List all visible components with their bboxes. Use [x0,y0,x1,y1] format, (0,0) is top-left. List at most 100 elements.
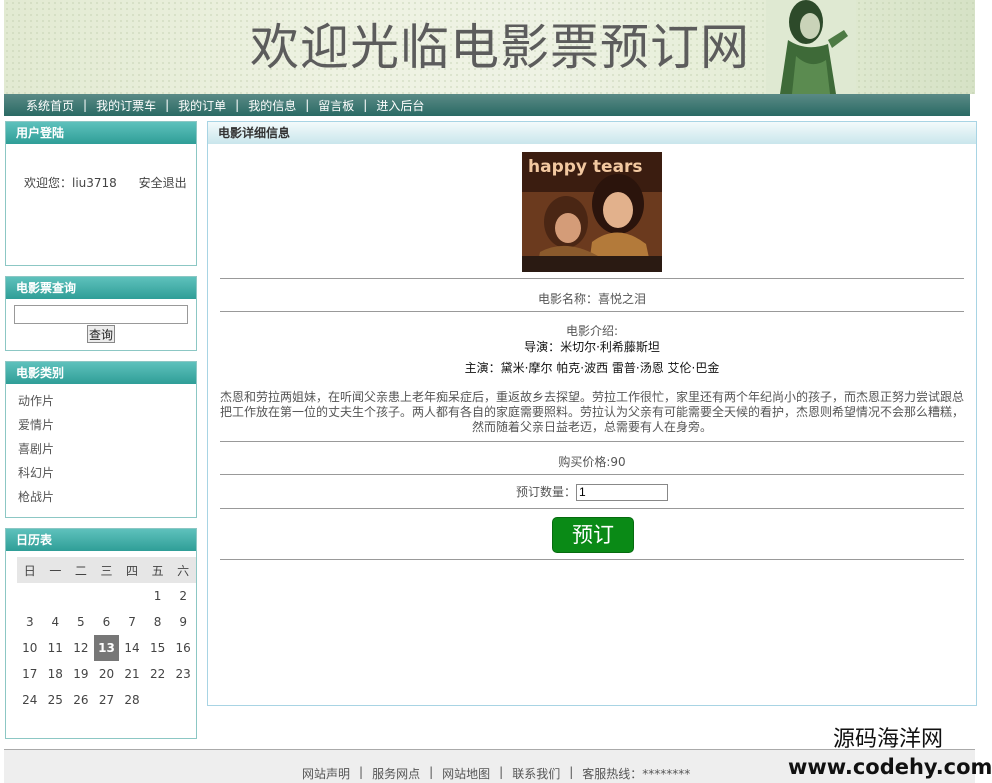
watermark-url: www.codehy.com [788,755,992,779]
calendar-day[interactable]: 26 [68,687,94,713]
price-text: 购买价格:90 [558,455,626,469]
calendar-weekday: 日 [17,557,43,583]
quantity-row: 预订数量： [220,483,964,501]
calendar-empty-cell [68,583,94,609]
watermark-name: 源码海洋网 [832,727,943,752]
calendar-day[interactable]: 10 [17,635,43,661]
nav-my-orders[interactable]: 我的订单 [178,99,226,113]
category-action[interactable]: 动作片 [18,391,196,415]
calendar-day[interactable]: 28 [119,687,145,713]
category-comedy[interactable]: 喜剧片 [18,439,196,463]
calendar-empty-cell [145,687,171,713]
calendar-empty-cell [94,583,120,609]
watermark: 源码海洋网 www.codehy.com [788,725,992,779]
divider [220,508,964,509]
logout-link[interactable]: 安全退出 [139,176,187,190]
order-button[interactable]: 预订 [552,517,634,553]
nav-separator: | [235,98,240,112]
movie-detail-panel: 电影详细信息 happy tears 电影名称：喜悦之泪 电影介绍: 导演：米切… [207,121,977,706]
footer-contact[interactable]: 联系我们 [512,767,560,781]
login-panel: 用户登陆 欢迎您：liu3718 安全退出 [5,121,197,266]
calendar-day[interactable]: 2 [170,583,196,609]
calendar-day[interactable]: 20 [94,661,120,687]
director-value: 米切尔·利希藤斯坦 [560,340,660,354]
divider [220,441,964,442]
nav-separator: | [363,98,368,112]
calendar-day[interactable]: 22 [145,661,171,687]
calendar-day[interactable]: 3 [17,609,43,635]
footer-separator: | [569,765,574,779]
calendar-day[interactable]: 24 [17,687,43,713]
footer-separator: | [499,765,504,779]
category-gunfight[interactable]: 枪战片 [18,487,196,511]
footer-hotline: 客服热线：******** [582,767,691,781]
nav-separator: | [165,98,170,112]
movie-detail-header: 电影详细信息 [208,122,976,144]
calendar-day[interactable]: 1 [145,583,171,609]
movie-name: 电影名称：喜悦之泪 [537,292,646,306]
calendar-day[interactable]: 12 [68,635,94,661]
calendar-day[interactable]: 17 [17,661,43,687]
calendar-empty-cell [43,583,69,609]
quantity-label: 预订数量： [515,485,576,499]
calendar-panel-header: 日历表 [6,529,196,551]
calendar-day[interactable]: 6 [94,609,120,635]
calendar-empty-cell [170,687,196,713]
cast-row: 主演：黛米·摩尔 帕克·波西 雷普·汤恩 艾伦·巴金 [220,359,964,376]
calendar-day[interactable]: 16 [170,635,196,661]
nav-my-cart[interactable]: 我的订票车 [96,99,156,113]
calendar-weekday: 二 [68,557,94,583]
movie-synopsis: 杰恩和劳拉两姐妹，在听闻父亲患上老年痴呆症后，重返故乡去探望。劳拉工作很忙，家里… [220,390,965,434]
nav-admin[interactable]: 进入后台 [376,99,424,113]
calendar-day[interactable]: 5 [68,609,94,635]
calendar-empty-cell [17,583,43,609]
calendar-day[interactable]: 15 [145,635,171,661]
welcome-text: 欢迎您：liu3718 [24,176,117,190]
calendar-day[interactable]: 13 [93,635,120,661]
category-romance[interactable]: 爱情片 [18,415,196,439]
calendar-day[interactable]: 11 [43,635,69,661]
calendar-day[interactable]: 25 [43,687,69,713]
movie-poster: happy tears [522,152,662,272]
divider [220,474,964,475]
nav-home[interactable]: 系统首页 [26,99,74,113]
quantity-input[interactable] [576,483,668,501]
calendar-weekday: 一 [42,557,69,583]
cast-value: 黛米·摩尔 帕克·波西 雷普·汤恩 艾伦·巴金 [500,361,720,375]
calendar-day[interactable]: 14 [119,635,145,661]
nav-separator: | [83,98,88,112]
calendar-day[interactable]: 23 [170,661,196,687]
main-nav: 系统首页 | 我的订票车 | 我的订单 | 我的信息 | 留言板 | 进入后台 [4,94,970,116]
site-title: 欢迎光临电影票预订网 [250,19,751,76]
calendar-weekday: 三 [93,557,120,583]
category-panel-header: 电影类别 [6,362,196,384]
footer-statement[interactable]: 网站声明 [302,767,350,781]
director-row: 导演：米切尔·利希藤斯坦 [220,338,964,355]
calendar-empty-cell [119,583,145,609]
calendar-day[interactable]: 27 [94,687,120,713]
footer-sitemap[interactable]: 网站地图 [442,767,490,781]
search-input[interactable] [14,305,188,324]
calendar-day[interactable]: 18 [43,661,69,687]
calendar-day[interactable]: 19 [68,661,94,687]
nav-my-info[interactable]: 我的信息 [248,99,296,113]
calendar-day[interactable]: 7 [119,609,145,635]
calendar-day[interactable]: 4 [43,609,69,635]
divider [220,278,964,279]
search-button[interactable]: 查询 [86,325,115,343]
calendar-weekday: 五 [144,557,171,583]
footer-service-points[interactable]: 服务网点 [372,767,420,781]
divider [220,559,964,560]
search-panel-header: 电影票查询 [6,277,196,299]
category-panel: 电影类别 动作片 爱情片 喜剧片 科幻片 枪战片 [5,361,197,518]
category-scifi[interactable]: 科幻片 [18,463,196,487]
director-label: 导演： [524,340,561,354]
calendar-day[interactable]: 9 [170,609,196,635]
nav-message-board[interactable]: 留言板 [318,99,354,113]
calendar-day[interactable]: 8 [145,609,171,635]
search-panel: 电影票查询 查询 [5,276,197,351]
calendar-panel: 日历表 日一二三四五六 1 2 3 4 5 6 7 8 9 10 11 12 13 14 15 16 17 18 1… [5,528,197,739]
calendar-day[interactable]: 21 [119,661,145,687]
calendar-weekday: 六 [170,557,196,583]
cast-label: 主演： [464,361,501,375]
